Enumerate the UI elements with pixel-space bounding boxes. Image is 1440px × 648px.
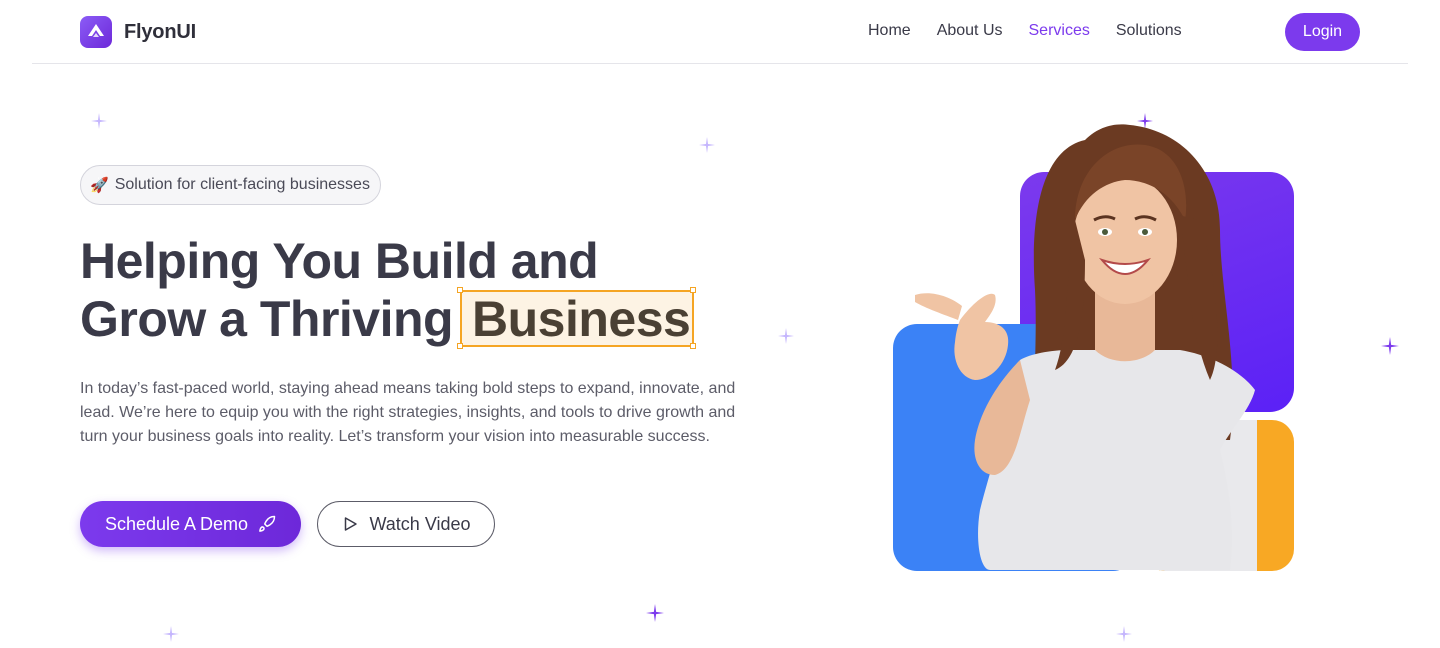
brand[interactable]: FlyonUI xyxy=(80,16,196,48)
hero-badge-text: Solution for client-facing businesses xyxy=(114,176,370,193)
hero-description: In today’s fast-paced world, staying ahe… xyxy=(80,380,736,445)
sparkle-icon xyxy=(163,626,179,642)
watch-video-button[interactable]: Watch Video xyxy=(317,501,495,547)
highlight-handle xyxy=(457,343,463,349)
sparkle-icon xyxy=(646,604,664,622)
sparkle-icon xyxy=(1116,626,1132,642)
brand-name: FlyonUI xyxy=(124,20,196,43)
nav-link-home[interactable]: Home xyxy=(868,22,911,40)
schedule-demo-label: Schedule A Demo xyxy=(104,513,249,534)
play-icon xyxy=(345,517,358,531)
sparkle-icon xyxy=(1381,337,1399,355)
rocket-icon xyxy=(259,515,276,532)
login-button[interactable]: Login xyxy=(1285,13,1360,51)
hero-person-image xyxy=(915,124,1255,570)
hero-visual xyxy=(880,110,1320,582)
nav-link-services[interactable]: Services xyxy=(1029,22,1090,40)
highlight-handle xyxy=(690,287,696,293)
flyonui-logo-icon xyxy=(80,16,112,48)
schedule-demo-button[interactable]: Schedule A Demo xyxy=(80,501,301,547)
watch-video-label: Watch Video xyxy=(369,513,471,534)
nav-link-solutions[interactable]: Solutions xyxy=(1116,22,1182,40)
nav-link-about-us[interactable]: About Us xyxy=(937,22,1003,40)
hero-headline-highlight: Business xyxy=(472,291,691,347)
rocket-emoji-icon: 🚀 xyxy=(90,177,109,194)
highlight-handle xyxy=(457,287,463,293)
hero-headline-line1: Helping You Build and xyxy=(80,233,599,289)
sparkle-icon xyxy=(91,113,107,129)
sparkle-icon xyxy=(699,137,715,153)
sparkle-icon xyxy=(778,328,794,344)
hero-badge: 🚀 Solution for client-facing businesses xyxy=(80,165,381,205)
highlight-handle xyxy=(690,343,696,349)
navbar: FlyonUI Home About Us Services Solutions… xyxy=(32,0,1408,64)
nav-links: Home About Us Services Solutions xyxy=(868,22,1182,40)
